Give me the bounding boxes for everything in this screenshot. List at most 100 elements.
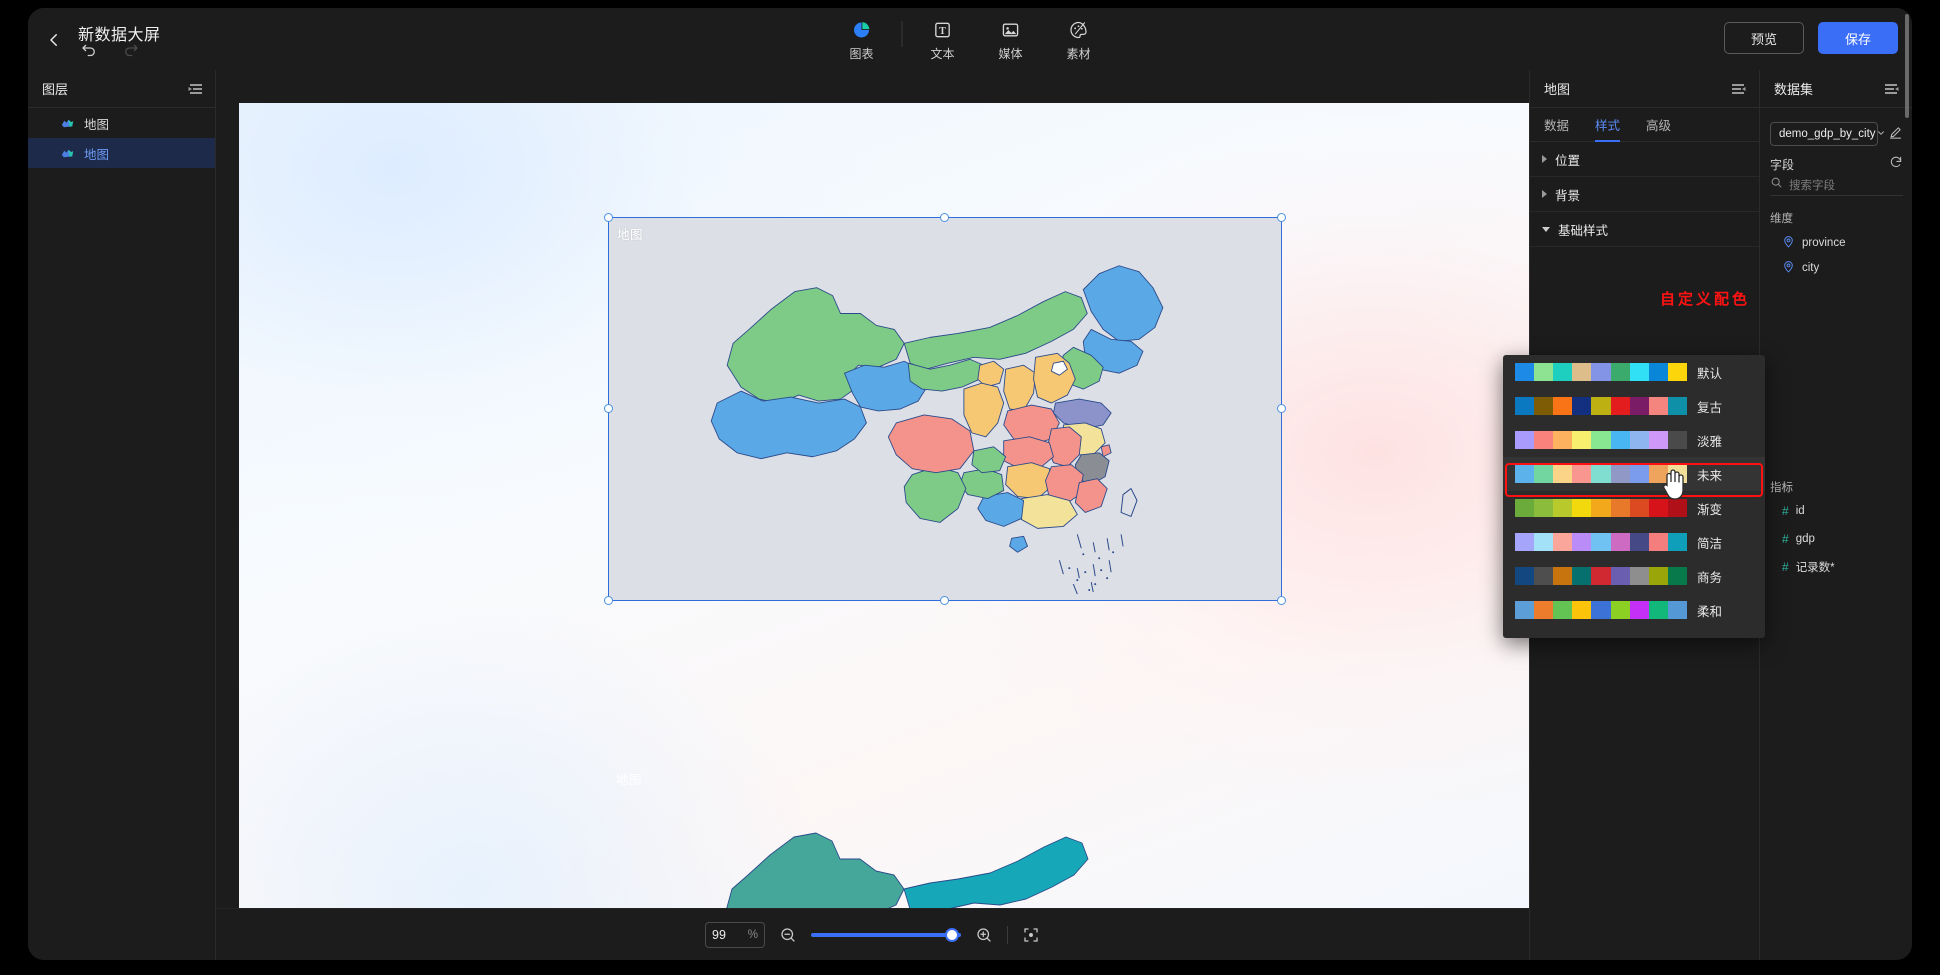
resize-handle-bottom-left[interactable]: [604, 596, 613, 605]
redo-button[interactable]: [122, 42, 142, 62]
palette-swatches: [1515, 499, 1687, 517]
palette-swatch: [1610, 499, 1630, 517]
back-button[interactable]: [40, 26, 68, 54]
zoom-level-value: 99: [712, 927, 726, 942]
dimensions-label: 维度: [1770, 213, 1793, 225]
palette-swatch: [1648, 499, 1668, 517]
palette-option-6[interactable]: 商务: [1503, 559, 1765, 593]
palette-swatch: [1534, 465, 1554, 483]
palette-option-1[interactable]: 复古: [1503, 389, 1765, 423]
palette-option-2[interactable]: 淡雅: [1503, 423, 1765, 457]
section-background[interactable]: 背景: [1530, 177, 1759, 212]
top-right-actions: 预览 保存: [1724, 22, 1898, 54]
palette-swatch: [1667, 499, 1687, 517]
insert-material-button[interactable]: 素材: [1045, 19, 1113, 62]
palette-option-label: 淡雅: [1697, 434, 1723, 449]
location-pin-icon: [1782, 260, 1795, 276]
search-field-input[interactable]: 搜索字段: [1770, 174, 1903, 196]
resize-handle-top-center[interactable]: [940, 213, 949, 222]
palette-swatch: [1667, 601, 1687, 619]
dashboard-board[interactable]: 地图 地图: [239, 103, 1529, 933]
preview-button[interactable]: 预览: [1724, 22, 1804, 54]
insert-chart-button[interactable]: 图表: [828, 19, 896, 62]
palette-option-4[interactable]: 渐变: [1503, 491, 1765, 525]
field-record-count[interactable]: # 记录数*: [1782, 559, 1835, 575]
tab-data[interactable]: 数据: [1544, 108, 1569, 142]
palette-swatch: [1572, 533, 1592, 551]
zoom-out-icon[interactable]: [779, 926, 797, 944]
layer-item-map-1[interactable]: 地图: [28, 108, 215, 138]
zoom-slider[interactable]: [811, 927, 961, 943]
palette-swatches: [1515, 567, 1687, 585]
resize-handle-top-left[interactable]: [604, 213, 613, 222]
tab-style[interactable]: 样式: [1595, 108, 1621, 142]
insert-text-label: 文本: [930, 46, 955, 61]
percent-symbol: %: [747, 928, 758, 941]
palette-swatch: [1534, 567, 1554, 585]
palette-dropdown-scrollbar[interactable]: [1905, 14, 1909, 118]
palette-swatch: [1629, 431, 1649, 449]
palette-swatch: [1610, 465, 1630, 483]
canvas-area[interactable]: 地图 地图: [216, 70, 1529, 960]
palette-swatch: [1515, 465, 1535, 483]
section-basic-style[interactable]: 基础样式: [1530, 212, 1759, 247]
palette-option-label: 复古: [1697, 400, 1723, 415]
redo-icon: [125, 44, 138, 57]
palette-swatch: [1648, 533, 1668, 551]
resize-handle-bottom-center[interactable]: [940, 596, 949, 605]
palette-swatch: [1648, 465, 1668, 483]
section-position[interactable]: 位置: [1530, 142, 1759, 177]
section-position-label: 位置: [1555, 153, 1581, 168]
location-pin-icon: [1782, 235, 1795, 251]
palette-option-5[interactable]: 简洁: [1503, 525, 1765, 559]
palette-swatch: [1534, 533, 1554, 551]
layer-item-map-2[interactable]: 地图: [28, 138, 215, 168]
hash-icon: #: [1782, 504, 1789, 518]
palette-swatch: [1610, 397, 1630, 415]
fields-label: 字段: [1770, 158, 1795, 172]
palette-swatch: [1553, 363, 1573, 381]
resize-handle-middle-left[interactable]: [604, 404, 613, 413]
palette-swatch: [1534, 601, 1554, 619]
palette-option-3[interactable]: 未来: [1503, 457, 1765, 491]
field-gdp[interactable]: # gdp: [1782, 532, 1815, 546]
palette-swatch: [1667, 567, 1687, 585]
edit-dataset-button[interactable]: [1888, 125, 1903, 145]
metrics-label: 指标: [1770, 482, 1793, 494]
palette-swatch: [1591, 533, 1611, 551]
palette-swatch: [1515, 601, 1535, 619]
tab-advanced[interactable]: 高级: [1646, 108, 1671, 142]
map-widget-selected[interactable]: 地图: [604, 213, 1286, 605]
palette-swatch: [1591, 465, 1611, 483]
palette-swatch: [1553, 601, 1573, 619]
resize-handle-middle-right[interactable]: [1277, 404, 1286, 413]
image-icon: [1001, 19, 1021, 41]
field-city[interactable]: city: [1782, 260, 1819, 276]
insert-media-button[interactable]: 媒体: [977, 19, 1045, 62]
palette-option-0[interactable]: 默认: [1503, 355, 1765, 389]
zoom-level-input[interactable]: 99 %: [705, 921, 765, 948]
refresh-icon[interactable]: [1889, 155, 1903, 174]
dataset-select[interactable]: demo_gdp_by_city: [1770, 122, 1884, 146]
palette-swatch: [1629, 465, 1649, 483]
fit-to-screen-icon[interactable]: [1022, 926, 1040, 944]
save-button[interactable]: 保存: [1818, 22, 1898, 54]
chevron-right-icon: [1542, 155, 1547, 163]
palette-dropdown[interactable]: 默认复古淡雅未来渐变 简洁 商务 柔和: [1503, 355, 1765, 638]
palette-option-7[interactable]: 柔和: [1503, 593, 1765, 627]
palette-option-label: 未来: [1697, 468, 1723, 483]
resize-handle-bottom-right[interactable]: [1277, 596, 1286, 605]
collapse-panel-icon[interactable]: [1884, 82, 1900, 96]
zoom-in-icon[interactable]: [975, 926, 993, 944]
collapse-panel-icon[interactable]: [187, 82, 203, 96]
zoom-toolbar: 99 %: [216, 908, 1529, 960]
palette-swatch: [1534, 363, 1554, 381]
field-province[interactable]: province: [1782, 235, 1845, 251]
map-layer-icon: [60, 116, 75, 131]
resize-handle-top-right[interactable]: [1277, 213, 1286, 222]
insert-text-button[interactable]: T 文本: [909, 19, 977, 62]
undo-button[interactable]: [80, 42, 100, 62]
field-id[interactable]: # id: [1782, 504, 1805, 518]
zoom-slider-knob[interactable]: [945, 927, 959, 942]
collapse-panel-icon[interactable]: [1731, 82, 1747, 96]
